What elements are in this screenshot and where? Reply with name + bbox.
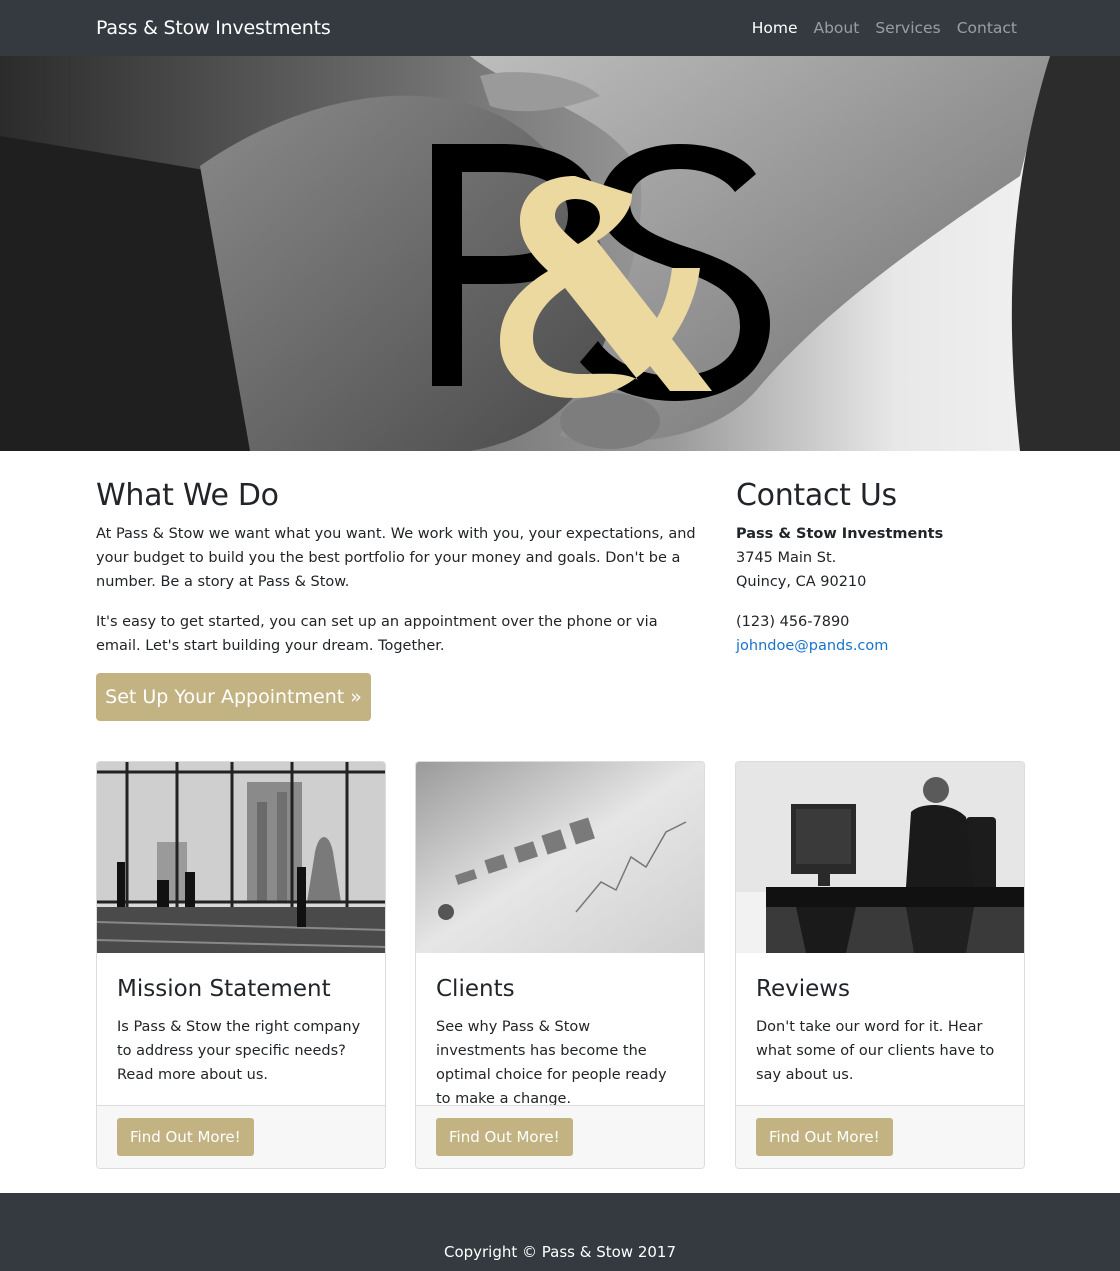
- nav-links: Home About Services Contact: [736, 0, 1017, 56]
- card-mission-statement: Mission Statement Is Pass & Stow the rig…: [96, 761, 386, 1169]
- find-out-more-button[interactable]: Find Out More!: [756, 1118, 893, 1156]
- card-footer: Find Out More!: [416, 1105, 704, 1168]
- brand-link[interactable]: Pass & Stow Investments: [96, 0, 331, 56]
- what-we-do-section: What We Do At Pass & Stow we want what y…: [96, 478, 696, 674]
- financial-chart-photo: [416, 762, 704, 953]
- card-footer: Find Out More!: [736, 1105, 1024, 1168]
- hero-banner: [0, 56, 1120, 451]
- set-up-appointment-button[interactable]: Set Up Your Appointment »: [96, 673, 371, 721]
- card-clients: Clients See why Pass & Stow investments …: [415, 761, 705, 1169]
- card-body: Mission Statement Is Pass & Stow the rig…: [97, 953, 385, 1106]
- what-we-do-heading: What We Do: [96, 478, 279, 513]
- navbar: Pass & Stow Investments Home About Servi…: [0, 0, 1120, 56]
- hero-handshake-image: [0, 56, 1120, 451]
- contact-email-link[interactable]: johndoe@pands.com: [736, 634, 1026, 658]
- contact-heading: Contact Us: [736, 478, 897, 513]
- contact-city: Quincy, CA 90210: [736, 574, 867, 590]
- nav-contact-link[interactable]: Contact: [957, 0, 1017, 56]
- contact-street: 3745 Main St.: [736, 550, 837, 566]
- card-text: Is Pass & Stow the right company to addr…: [117, 1019, 361, 1083]
- card-body: Clients See why Pass & Stow investments …: [416, 953, 704, 1107]
- what-we-do-paragraph-2: It's easy to get started, you can set up…: [96, 614, 658, 654]
- man-at-computer-photo: [736, 762, 1024, 953]
- office-skyline-photo: [97, 762, 385, 953]
- contact-phone: (123) 456-7890: [736, 614, 850, 630]
- nav-about-link[interactable]: About: [813, 0, 859, 56]
- find-out-more-button[interactable]: Find Out More!: [117, 1118, 254, 1156]
- what-we-do-paragraph-1: At Pass & Stow we want what you want. We…: [96, 526, 696, 590]
- contact-address: Pass & Stow Investments 3745 Main St. Qu…: [736, 522, 1026, 658]
- card-title: Mission Statement: [117, 976, 331, 1002]
- card-body: Reviews Don't take our word for it. Hear…: [736, 953, 1024, 1106]
- nav-home-link[interactable]: Home: [752, 0, 798, 56]
- contact-section: Contact Us Pass & Stow Investments 3745 …: [736, 478, 1026, 658]
- contact-company: Pass & Stow Investments: [736, 526, 944, 542]
- find-out-more-button[interactable]: Find Out More!: [436, 1118, 573, 1156]
- card-text: See why Pass & Stow investments has beco…: [436, 1019, 667, 1107]
- card-title: Clients: [436, 976, 515, 1002]
- copyright-text: Copyright © Pass & Stow 2017: [443, 1243, 677, 1261]
- page-footer: Copyright © Pass & Stow 2017: [0, 1193, 1120, 1271]
- card-title: Reviews: [756, 976, 851, 1002]
- card-text: Don't take our word for it. Hear what so…: [756, 1019, 995, 1083]
- nav-services-link[interactable]: Services: [875, 0, 940, 56]
- card-reviews: Reviews Don't take our word for it. Hear…: [735, 761, 1025, 1169]
- card-footer: Find Out More!: [97, 1105, 385, 1168]
